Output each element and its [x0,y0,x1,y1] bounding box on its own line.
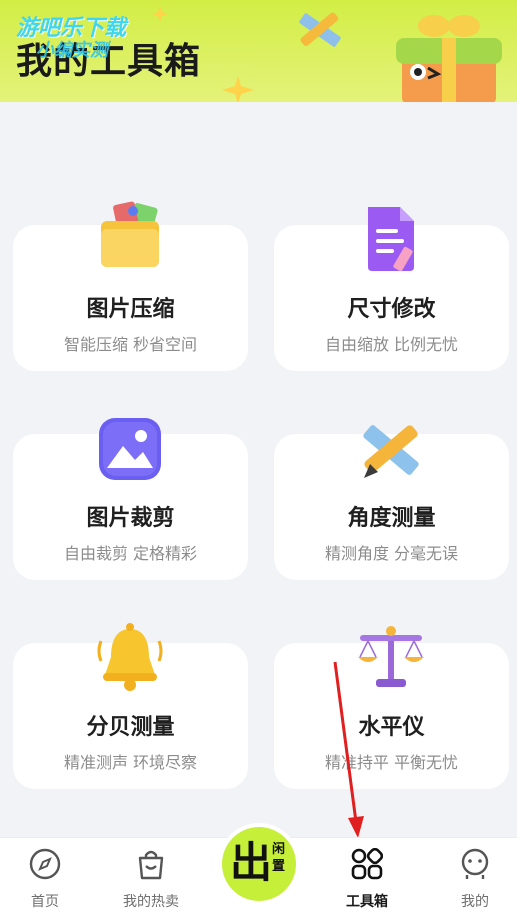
tool-card-angle-measure[interactable]: 角度测量 精测角度 分毫无误 [274,425,509,580]
tool-title: 分贝测量 [86,715,175,740]
tab-my-hot-sales[interactable]: 我的热卖 [106,838,196,908]
grid-icon [351,848,383,880]
tool-title: 图片裁剪 [86,506,175,531]
ruler-pencil-icon [363,425,419,478]
tool-subtitle: 自由缩放 比例无忧 [324,335,459,354]
header-banner: 游吧乐下载 我的工具箱 小编实测 [0,0,517,102]
tool-subtitle: 精测角度 分毫无误 [324,544,459,563]
annotation-arrow [333,661,364,838]
tool-subtitle: 精准测声 环境尽察 [63,753,198,772]
star-decoration-icon [222,76,254,102]
shopping-bag-icon [138,850,164,880]
tool-title: 图片压缩 [86,297,175,322]
tab-label: 我的 [461,894,489,908]
tool-card-decibel-measure[interactable]: 分贝测量 精准测声 环境尽察 [13,623,248,789]
tool-card-resize[interactable]: 尺寸修改 自由缩放 比例无忧 [274,207,509,371]
tab-label: 我的热卖 [123,894,179,908]
tool-grid: 图片压缩 智能压缩 秒省空间 尺寸修改 自由缩放 比例无忧 图片裁剪 自由裁剪 … [0,102,517,837]
tool-title: 角度测量 [347,506,436,531]
bell-icon [97,623,163,691]
compass-icon [29,848,61,880]
star-decoration-icon [152,6,168,22]
tab-home[interactable]: 首页 [0,838,90,908]
tab-label: 首页 [31,894,59,908]
publish-button-big-text: 出 [230,838,273,887]
ruler-pencil-decoration-icon [299,12,341,47]
publish-button-small-text: 闲置 [272,842,286,874]
image-icon [99,418,161,480]
watermark-subtext: 小编实测 [36,40,108,61]
tab-toolbox[interactable]: 工具箱 [322,838,412,908]
tool-card-image-crop[interactable]: 图片裁剪 自由裁剪 定格精彩 [13,418,248,580]
tool-subtitle: 自由裁剪 定格精彩 [63,544,198,563]
tool-subtitle: 智能压缩 秒省空间 [63,335,198,354]
document-edit-icon [368,207,414,272]
tab-label: 工具箱 [346,894,388,908]
gift-box-decoration-icon [396,15,502,102]
publish-idle-button[interactable]: 出 闲置 [218,823,300,905]
tool-card-image-compress[interactable]: 图片压缩 智能压缩 秒省空间 [13,201,248,371]
folder-icon [101,201,159,267]
tool-title: 尺寸修改 [347,297,436,322]
tab-mine[interactable]: 我的 [430,838,517,908]
publish-button-face: 出 闲置 [222,827,296,901]
profile-icon [461,848,489,879]
